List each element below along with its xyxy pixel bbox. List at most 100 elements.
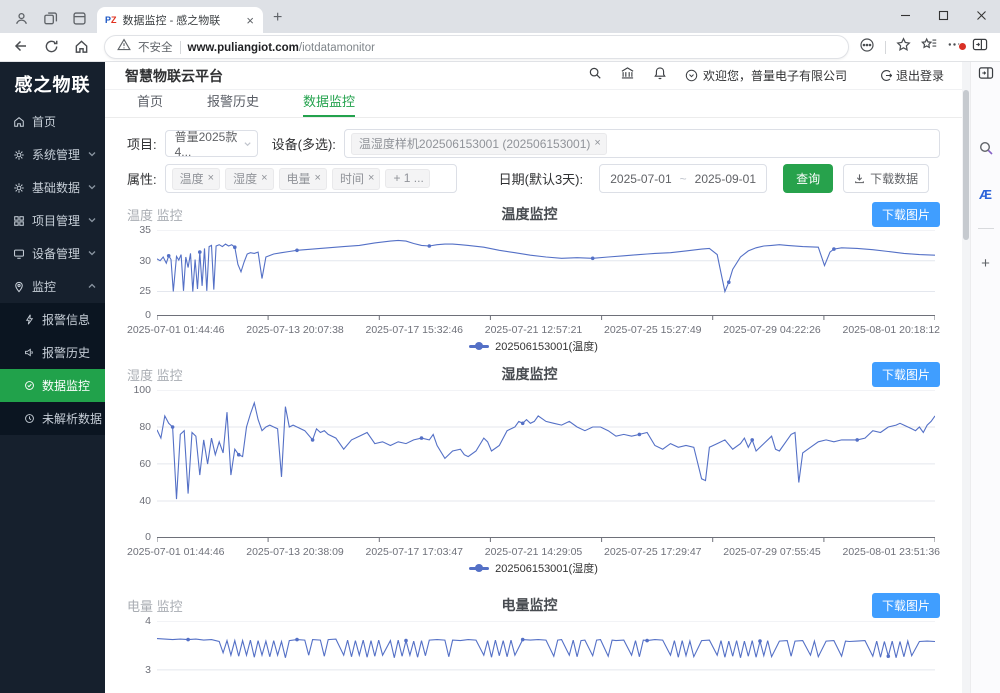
refresh-icon[interactable]	[38, 39, 64, 56]
page-tabs: 首页 报警历史 数据监控	[105, 90, 962, 118]
device-multiselect[interactable]: 温湿度样机202506153001 (202506153001)×	[344, 129, 940, 158]
device-label: 设备(多选):	[272, 134, 336, 153]
logout-button[interactable]: 退出登录	[879, 67, 944, 84]
sidebar-item-home[interactable]: 首页	[0, 105, 105, 138]
scrollbar-thumb[interactable]	[963, 90, 969, 240]
grid-icon	[13, 215, 25, 227]
attr-tag-temperature: 温度×	[172, 168, 220, 190]
sidebar-item-alarm-history[interactable]: 报警历史	[0, 336, 105, 369]
window-close-button[interactable]	[962, 0, 1000, 30]
y-axis-labels: 43	[127, 621, 157, 693]
favorite-star-icon[interactable]	[896, 37, 911, 57]
download-data-button[interactable]: 下载数据	[843, 164, 929, 193]
x-axis-labels: 2025-07-01 01:44:462025-07-13 20:38:0920…	[127, 546, 940, 558]
download-image-button[interactable]: 下载图片	[872, 202, 940, 227]
tab-close-icon[interactable]: ×	[243, 13, 257, 28]
remove-tag-icon[interactable]: ×	[368, 173, 374, 184]
chart-legend[interactable]: 202506153001(温度)	[127, 339, 940, 353]
remove-tag-icon[interactable]: ×	[315, 173, 321, 184]
profile-icon[interactable]	[14, 11, 29, 26]
remove-tag-icon[interactable]: ×	[208, 173, 214, 184]
browser-menu-icon[interactable]	[947, 37, 962, 57]
logout-icon	[879, 69, 892, 82]
window-minimize-button[interactable]	[886, 0, 924, 30]
browser-tab[interactable]: PZ 数据监控 - 感之物联 ×	[97, 7, 263, 33]
gear-icon	[13, 149, 25, 161]
project-select[interactable]: 普量2025款4...	[165, 130, 258, 157]
sidebar-app-icon[interactable]: Æ	[979, 187, 992, 202]
attr-tag-time: 时间×	[332, 168, 380, 190]
chart-legend[interactable]: 202506153001(湿度)	[127, 561, 940, 575]
home-icon[interactable]	[68, 39, 94, 56]
date-end: 2025-09-01	[695, 172, 756, 186]
tab-actions-icon[interactable]	[72, 11, 87, 26]
page-url: www.puliangiot.com/iotdatamonitor	[188, 38, 375, 56]
app-topbar: 智慧物联云平台 欢迎您，普量电子有限公司 退出登录	[105, 62, 962, 90]
sidebar-item-basedata[interactable]: 基础数据	[0, 171, 105, 204]
new-tab-button[interactable]: +	[273, 9, 282, 27]
bing-search-icon[interactable]	[978, 140, 994, 161]
clock-circle-icon	[24, 413, 35, 424]
filter-row-project: 项目: 普量2025款4... 设备(多选): 温湿度样机20250615300…	[127, 129, 940, 158]
address-bar[interactable]: 不安全 www.puliangiot.com/iotdatamonitor	[104, 35, 849, 59]
collections-icon[interactable]	[921, 37, 937, 57]
attr-tag-humidity: 湿度×	[225, 168, 273, 190]
page-scrollbar[interactable]	[962, 62, 970, 693]
site-favicon: PZ	[105, 16, 117, 25]
speaker-icon	[24, 347, 35, 358]
sidebar-item-device[interactable]: 设备管理	[0, 237, 105, 270]
browser-side-rail: Æ +	[970, 62, 1000, 693]
query-button[interactable]: 查询	[783, 164, 833, 193]
battery-line-chart	[157, 621, 935, 693]
date-separator: ~	[680, 172, 687, 186]
legend-line-marker	[469, 567, 489, 570]
chart-title: 电量监控	[187, 595, 872, 615]
platform-title: 智慧物联云平台	[125, 66, 588, 86]
monitor-submenu: 报警信息 报警历史 数据监控 未解析数据	[0, 303, 105, 435]
check-circle-icon	[24, 380, 35, 391]
chart-title: 湿度监控	[187, 364, 872, 384]
rail-divider	[978, 228, 994, 229]
monitor-icon	[13, 248, 25, 260]
not-secure-label: 不安全	[138, 39, 173, 55]
device-tag: 温湿度样机202506153001 (202506153001)×	[351, 133, 607, 155]
attribute-multiselect[interactable]: 温度× 湿度× 电量× 时间× + 1 ...	[165, 164, 457, 193]
remove-tag-icon[interactable]: ×	[594, 138, 600, 149]
tab-home[interactable]: 首页	[137, 91, 163, 117]
download-image-button[interactable]: 下载图片	[872, 362, 940, 387]
browser-tab-title: 数据监控 - 感之物联	[123, 12, 238, 28]
bank-icon[interactable]	[620, 66, 635, 85]
not-secure-warning-icon[interactable]	[117, 38, 131, 56]
home-icon	[13, 116, 25, 128]
date-label: 日期(默认3天):	[499, 169, 584, 188]
reading-mode-icon[interactable]	[859, 37, 875, 58]
search-icon[interactable]	[588, 66, 602, 85]
bell-icon[interactable]	[653, 66, 667, 86]
date-range-picker[interactable]: 2025-07-01 ~ 2025-09-01	[599, 164, 767, 193]
sidebar-toggle-icon[interactable]	[978, 66, 994, 85]
split-screen-icon[interactable]	[972, 37, 988, 57]
url-divider	[180, 41, 181, 54]
sidebar-item-data-monitor[interactable]: 数据监控	[0, 369, 105, 402]
workspaces-icon[interactable]	[43, 11, 58, 26]
add-sidebar-app-icon[interactable]: +	[981, 255, 990, 272]
sidebar-item-system[interactable]: 系统管理	[0, 138, 105, 171]
tab-alarm-history[interactable]: 报警历史	[207, 91, 259, 117]
y-axis-labels: 3530250	[127, 230, 157, 322]
sidebar-item-project[interactable]: 项目管理	[0, 204, 105, 237]
remove-tag-icon[interactable]: ×	[261, 173, 267, 184]
sidebar-item-monitor[interactable]: 监控	[0, 270, 105, 303]
legend-line-marker	[469, 345, 489, 348]
sidebar-item-unparsed-data[interactable]: 未解析数据	[0, 402, 105, 435]
attr-tag-battery: 电量×	[279, 168, 327, 190]
user-menu[interactable]: 欢迎您，普量电子有限公司	[685, 67, 847, 84]
bolt-icon	[24, 314, 35, 325]
download-image-button[interactable]: 下载图片	[872, 593, 940, 618]
window-maximize-button[interactable]	[924, 0, 962, 30]
chart-panel-battery: 电量 监控 电量监控 下载图片 43	[127, 593, 940, 693]
back-icon[interactable]	[8, 38, 34, 56]
tab-data-monitor[interactable]: 数据监控	[303, 91, 355, 117]
attr-tag-more[interactable]: + 1 ...	[385, 169, 429, 188]
sidebar-item-alarm-info[interactable]: 报警信息	[0, 303, 105, 336]
circle-chevron-icon	[685, 69, 698, 82]
